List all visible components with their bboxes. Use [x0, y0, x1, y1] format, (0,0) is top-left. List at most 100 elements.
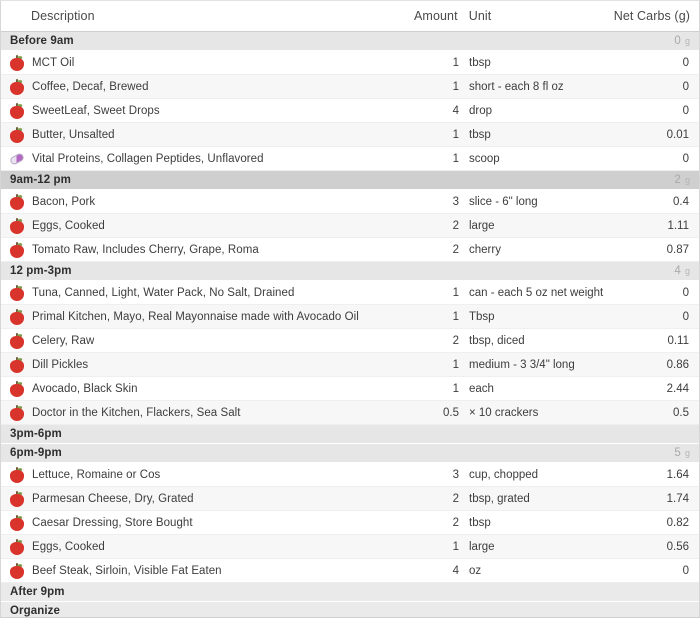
apple-icon — [9, 381, 25, 397]
cell-description: Tomato Raw, Includes Cherry, Grape, Roma — [1, 242, 393, 258]
cell-amount: 1 — [452, 310, 459, 323]
meal-group-header[interactable]: 9am-12 pm 2 g — [1, 171, 699, 190]
apple-icon — [9, 563, 25, 579]
cell-description: Celery, Raw — [1, 333, 393, 349]
cell-net-carbs: 0 — [682, 286, 689, 299]
column-header-description[interactable]: Description — [1, 9, 392, 23]
cell-amount: 4 — [452, 104, 459, 117]
meal-group-label: After 9pm — [10, 586, 65, 598]
apple-icon — [9, 127, 25, 143]
cell-unit: cup, chopped — [469, 468, 539, 481]
cell-description: Eggs, Cooked — [1, 539, 393, 555]
gram-unit-label: g — [684, 448, 690, 458]
column-header-net-carbs[interactable]: Net Carbs (g) — [607, 9, 699, 23]
meal-group-label: 12 pm-3pm — [10, 265, 72, 277]
table-row[interactable]: Dill Pickles 1 medium - 3 3/4" long 0.86 — [1, 353, 699, 377]
food-item-name: Vital Proteins, Collagen Peptides, Unfla… — [32, 152, 264, 165]
cell-amount: 1 — [452, 358, 459, 371]
apple-icon — [9, 285, 25, 301]
table-row[interactable]: Tomato Raw, Includes Cherry, Grape, Roma… — [1, 238, 699, 262]
apple-icon — [9, 357, 25, 373]
cell-description: Eggs, Cooked — [1, 218, 393, 234]
cell-unit: medium - 3 3/4" long — [469, 358, 575, 371]
table-row[interactable]: Vital Proteins, Collagen Peptides, Unfla… — [1, 147, 699, 171]
food-item-name: Caesar Dressing, Store Bought — [32, 516, 193, 529]
apple-icon — [9, 55, 25, 71]
cell-net-carbs: 0 — [682, 152, 689, 165]
pill-icon — [8, 151, 26, 167]
cell-amount: 1 — [452, 80, 459, 93]
cell-net-carbs: 0.01 — [666, 128, 689, 141]
column-header-amount[interactable]: Amount — [392, 9, 458, 23]
cell-amount: 2 — [452, 516, 459, 529]
cell-unit: scoop — [469, 152, 500, 165]
meal-group-total-carbs: 2 g — [674, 174, 699, 186]
table-row[interactable]: Parmesan Cheese, Dry, Grated 2 tbsp, grate… — [1, 487, 699, 511]
table-row[interactable]: Celery, Raw 2 tbsp, diced 0.11 — [1, 329, 699, 353]
meal-group-header[interactable]: 3pm-6pm — [1, 425, 699, 444]
table-row[interactable]: Caesar Dressing, Store Bought 2 tbsp 0.82 — [1, 511, 699, 535]
food-item-name: Bacon, Pork — [32, 195, 96, 208]
cell-description: Butter, Unsalted — [1, 127, 393, 143]
cell-description: Beef Steak, Sirloin, Visible Fat Eaten — [1, 563, 393, 579]
cell-amount: 3 — [452, 468, 459, 481]
cell-net-carbs: 0.5 — [673, 406, 689, 419]
cell-unit: cherry — [469, 243, 501, 256]
food-item-name: Eggs, Cooked — [32, 540, 105, 553]
cell-description: Avocado, Black Skin — [1, 381, 393, 397]
table-row[interactable]: Bacon, Pork 3 slice - 6" long 0.4 — [1, 190, 699, 214]
column-header-unit[interactable]: Unit — [458, 9, 608, 23]
cell-net-carbs: 0 — [682, 310, 689, 323]
apple-icon — [9, 218, 25, 234]
meal-group-header[interactable]: Before 9am 0 g — [1, 32, 699, 51]
apple-icon — [9, 79, 25, 95]
meal-group-total-carbs: 5 g — [674, 447, 699, 459]
cell-unit: can - each 5 oz net weight — [469, 286, 604, 299]
meal-group-total-value: 0 — [674, 35, 681, 47]
table-row[interactable]: Primal Kitchen, Mayo, Real Mayonnaise ma… — [1, 305, 699, 329]
meal-group-header[interactable]: After 9pm — [1, 583, 699, 602]
cell-description: Vital Proteins, Collagen Peptides, Unfla… — [1, 151, 393, 167]
table-body: Before 9am 0 g MCT Oil 1 tbsp 0 Coffee, Decaf,… — [1, 32, 699, 617]
cell-description: Doctor in the Kitchen, Flackers, Sea Sal… — [1, 405, 393, 421]
cell-description: MCT Oil — [1, 55, 393, 71]
meal-group-label: 9am-12 pm — [10, 174, 71, 186]
cell-amount: 3 — [452, 195, 459, 208]
cell-unit: tbsp, grated — [469, 492, 530, 505]
meal-group-label: 3pm-6pm — [10, 428, 62, 440]
cell-description: Primal Kitchen, Mayo, Real Mayonnaise ma… — [1, 309, 393, 325]
gram-unit-label: g — [684, 266, 690, 276]
table-row[interactable]: Eggs, Cooked 2 large 1.11 — [1, 214, 699, 238]
table-row[interactable]: Butter, Unsalted 1 tbsp 0.01 — [1, 123, 699, 147]
table-row[interactable]: Beef Steak, Sirloin, Visible Fat Eaten 4 o… — [1, 559, 699, 583]
cell-description: Tuna, Canned, Light, Water Pack, No Salt… — [1, 285, 393, 301]
cell-description: Lettuce, Romaine or Cos — [1, 467, 393, 483]
cell-unit: Tbsp — [469, 310, 495, 323]
food-item-name: Lettuce, Romaine or Cos — [32, 468, 161, 481]
apple-icon — [9, 405, 25, 421]
cell-amount: 2 — [452, 492, 459, 505]
cell-unit: each — [469, 382, 494, 395]
table-row[interactable]: SweetLeaf, Sweet Drops 4 drop 0 — [1, 99, 699, 123]
table-row[interactable]: Coffee, Decaf, Brewed 1 short - each 8 fl … — [1, 75, 699, 99]
meal-group-header[interactable]: Organize — [1, 602, 699, 617]
table-row[interactable]: Eggs, Cooked 1 large 0.56 — [1, 535, 699, 559]
apple-icon — [9, 309, 25, 325]
food-item-name: Tuna, Canned, Light, Water Pack, No Salt… — [32, 286, 295, 299]
cell-net-carbs: 0 — [682, 104, 689, 117]
table-row[interactable]: Doctor in the Kitchen, Flackers, Sea Sal… — [1, 401, 699, 425]
table-row[interactable]: Tuna, Canned, Light, Water Pack, No Salt… — [1, 281, 699, 305]
table-row[interactable]: Avocado, Black Skin 1 each 2.44 — [1, 377, 699, 401]
food-item-name: MCT Oil — [32, 56, 75, 69]
table-row[interactable]: MCT Oil 1 tbsp 0 — [1, 51, 699, 75]
cell-amount: 1 — [452, 56, 459, 69]
meal-group-header[interactable]: 12 pm-3pm 4 g — [1, 262, 699, 281]
cell-unit: oz — [469, 564, 482, 577]
table-row[interactable]: Lettuce, Romaine or Cos 3 cup, chopped 1.64 — [1, 463, 699, 487]
cell-amount: 1 — [452, 382, 459, 395]
cell-net-carbs: 0.87 — [666, 243, 689, 256]
cell-net-carbs: 2.44 — [666, 382, 689, 395]
meal-group-header[interactable]: 6pm-9pm 5 g — [1, 444, 699, 463]
apple-icon — [9, 467, 25, 483]
cell-net-carbs: 1.11 — [667, 219, 689, 232]
